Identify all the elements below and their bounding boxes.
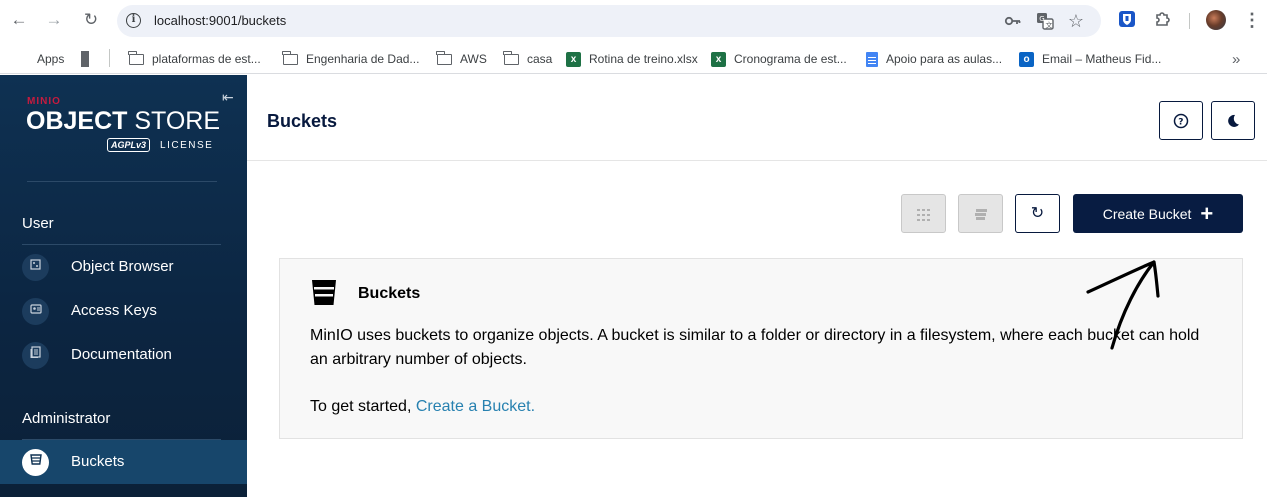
help-button[interactable]: ? bbox=[1159, 101, 1203, 140]
excel-icon: x bbox=[566, 51, 581, 67]
key-icon[interactable] bbox=[1004, 12, 1022, 30]
reload-icon[interactable]: ↻ bbox=[80, 9, 102, 31]
create-bucket-link[interactable]: Create a Bucket. bbox=[416, 398, 535, 415]
bookmark-apps[interactable]: Apps bbox=[16, 50, 64, 68]
brand-license: AGPLv3 LICENSE bbox=[107, 138, 213, 152]
refresh-button[interactable]: ↻ bbox=[1015, 194, 1060, 233]
documentation-icon bbox=[22, 342, 49, 369]
access-keys-icon bbox=[22, 298, 49, 325]
browser-menu-icon[interactable]: ⋮ bbox=[1242, 10, 1262, 30]
back-icon[interactable]: ← bbox=[8, 9, 30, 31]
tab-groups-icon bbox=[81, 51, 95, 67]
site-info-icon[interactable]: i bbox=[126, 13, 141, 28]
browser-toolbar: ← → ↻ i localhost:9001/buckets G文 ☆ ⋮ bbox=[0, 0, 1267, 42]
dark-mode-button[interactable] bbox=[1211, 101, 1255, 140]
info-title: Buckets bbox=[358, 285, 421, 302]
svg-text:文: 文 bbox=[1046, 21, 1053, 30]
bookmark-folder-casa[interactable]: casa bbox=[503, 50, 552, 68]
forward-icon[interactable]: → bbox=[43, 9, 65, 31]
grid-view-button[interactable] bbox=[901, 194, 946, 233]
bucket-icon bbox=[22, 449, 49, 476]
agpl-badge: AGPLv3 bbox=[107, 138, 151, 152]
bookmark-folder-engenharia[interactable]: Engenharia de Dad... bbox=[282, 50, 419, 68]
bookmark-email[interactable]: o Email – Matheus Fid... bbox=[1019, 50, 1161, 68]
sidebar-item-buckets[interactable]: Buckets bbox=[0, 440, 247, 484]
refresh-icon: ↻ bbox=[1030, 205, 1045, 222]
moon-icon bbox=[1225, 112, 1241, 129]
info-description: MinIO uses buckets to organize objects. … bbox=[310, 327, 1200, 368]
folder-icon bbox=[503, 50, 519, 65]
bookmarks-divider bbox=[109, 49, 110, 67]
create-bucket-button[interactable]: Create Bucket + bbox=[1073, 194, 1243, 233]
page-header: Buckets ? bbox=[247, 75, 1267, 161]
sidebar: MINIO OBJECT STORE AGPLv3 LICENSE ⇤ User… bbox=[0, 75, 247, 497]
bookmark-star-icon[interactable]: ☆ bbox=[1067, 12, 1085, 30]
bookmarks-bar: Apps plataformas de est... Engenharia de… bbox=[0, 42, 1267, 74]
folder-icon bbox=[128, 50, 144, 65]
url-text[interactable]: localhost:9001/buckets bbox=[154, 13, 286, 28]
excel-icon: x bbox=[711, 51, 726, 67]
docs-icon bbox=[866, 51, 878, 67]
section-user: User bbox=[22, 215, 54, 232]
bucket-icon bbox=[310, 279, 338, 306]
collapse-sidebar-icon[interactable]: ⇤ bbox=[222, 89, 234, 106]
brand-minio: MINIO bbox=[27, 96, 61, 107]
profile-avatar[interactable] bbox=[1206, 10, 1226, 30]
annotation-arrow bbox=[1086, 260, 1160, 350]
svg-text:?: ? bbox=[1178, 117, 1183, 127]
extensions-puzzle-icon[interactable] bbox=[1153, 10, 1173, 30]
sidebar-item-access-keys[interactable]: Access Keys bbox=[0, 289, 247, 333]
bookmark-tab-groups[interactable] bbox=[81, 50, 103, 68]
translate-icon[interactable]: G文 bbox=[1036, 12, 1054, 30]
apps-icon bbox=[16, 53, 29, 66]
folder-icon bbox=[282, 50, 298, 65]
sidebar-item-documentation[interactable]: Documentation bbox=[0, 333, 247, 377]
address-bar[interactable]: i localhost:9001/buckets G文 ☆ bbox=[117, 5, 1101, 37]
object-browser-icon bbox=[22, 254, 49, 281]
folder-icon bbox=[436, 50, 452, 65]
stacked-buckets-icon bbox=[974, 206, 988, 221]
sidebar-divider bbox=[27, 181, 217, 182]
bookmark-apoio-aulas[interactable]: Apoio para as aulas... bbox=[866, 50, 1002, 68]
brand-object-store: OBJECT STORE bbox=[26, 107, 221, 135]
bookmark-cronograma[interactable]: x Cronograma de est... bbox=[711, 50, 847, 68]
bookmark-folder-aws[interactable]: AWS bbox=[436, 50, 487, 68]
list-buckets-button[interactable] bbox=[958, 194, 1003, 233]
outlook-icon: o bbox=[1019, 51, 1034, 67]
bookmark-folder-plataformas[interactable]: plataformas de est... bbox=[128, 50, 261, 68]
toolbar-divider bbox=[1189, 13, 1190, 29]
plus-icon: + bbox=[1200, 200, 1214, 226]
help-icon: ? bbox=[1173, 112, 1189, 129]
svg-text:G: G bbox=[1039, 15, 1044, 23]
bookmarks-more-button[interactable]: » bbox=[1232, 50, 1240, 68]
extension-shield-icon[interactable] bbox=[1117, 10, 1137, 30]
page-title: Buckets bbox=[267, 111, 338, 131]
bookmark-rotina-treino[interactable]: x Rotina de treino.xlsx bbox=[566, 50, 698, 68]
sidebar-item-object-browser[interactable]: Object Browser bbox=[0, 245, 247, 289]
get-started-text: To get started, Create a Bucket. bbox=[310, 398, 536, 415]
grid-icon bbox=[916, 206, 931, 221]
section-administrator: Administrator bbox=[22, 410, 111, 427]
